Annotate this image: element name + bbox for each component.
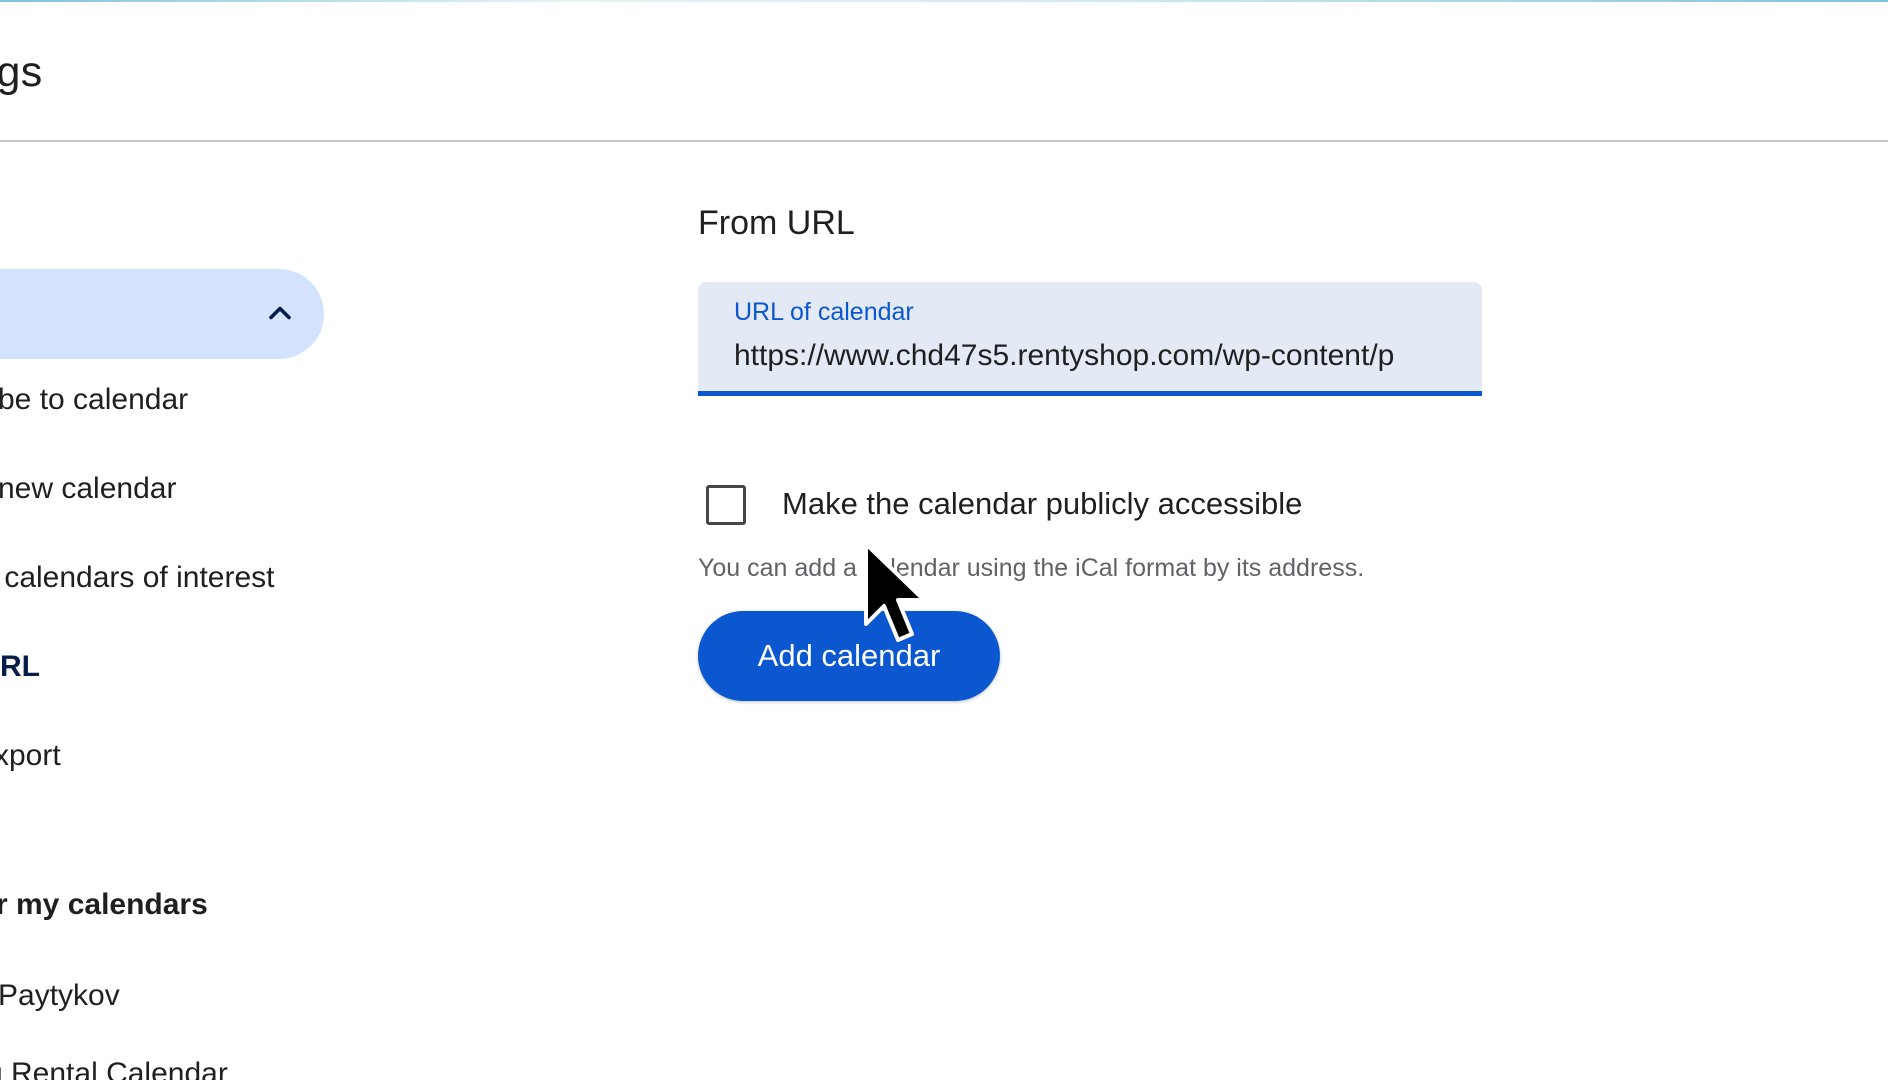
settings-header: ttings <box>0 0 1888 142</box>
sidebar-item-label: be to calendar <box>0 383 189 416</box>
sidebar-item-calendar[interactable]: Paytykov <box>0 969 340 1029</box>
sidebar-item-label: new calendar <box>0 472 177 505</box>
public-access-row[interactable]: Make the calendar publicly accessible <box>706 482 1406 532</box>
sidebar-item-label: RL <box>0 650 40 683</box>
public-access-label[interactable]: Make the calendar publicly accessible <box>782 486 1302 522</box>
sidebar-item-label: calendars of interest <box>0 561 275 594</box>
page-title: ttings <box>0 48 43 96</box>
section-title: From URL <box>698 204 855 242</box>
settings-sidebar: dar be to calendar new calendar calendar… <box>0 142 340 1080</box>
sidebar-item-from-url[interactable]: RL <box>0 640 340 700</box>
sidebar-item-label: Paytykov <box>0 979 120 1012</box>
help-text: You can add a calendar using the iCal fo… <box>698 554 1365 582</box>
sidebar-item-browse-interest[interactable]: calendars of interest <box>0 551 340 611</box>
sidebar-item-import-export[interactable]: xport <box>0 729 340 789</box>
url-field-label: URL of calendar <box>734 298 914 326</box>
sidebar-section-heading: r my calendars <box>0 888 208 921</box>
sidebar-item-label: g Rental Calendar <box>0 1057 228 1080</box>
sidebar-item-create-new[interactable]: new calendar <box>0 462 340 522</box>
sidebar-item-add-calendar[interactable]: dar <box>0 269 324 359</box>
sidebar-item-calendar[interactable]: g Rental Calendar <box>0 1047 340 1080</box>
url-field[interactable]: URL of calendar <box>698 282 1482 396</box>
chevron-up-icon[interactable] <box>262 295 298 331</box>
public-access-checkbox[interactable] <box>706 485 746 525</box>
sidebar-item-subscribe[interactable]: be to calendar <box>0 373 340 433</box>
add-calendar-button[interactable]: Add calendar <box>698 611 1000 701</box>
sidebar-item-label: xport <box>0 739 61 772</box>
url-input[interactable] <box>734 334 1454 378</box>
from-url-panel: From URL URL of calendar Make the calend… <box>698 142 1888 1080</box>
